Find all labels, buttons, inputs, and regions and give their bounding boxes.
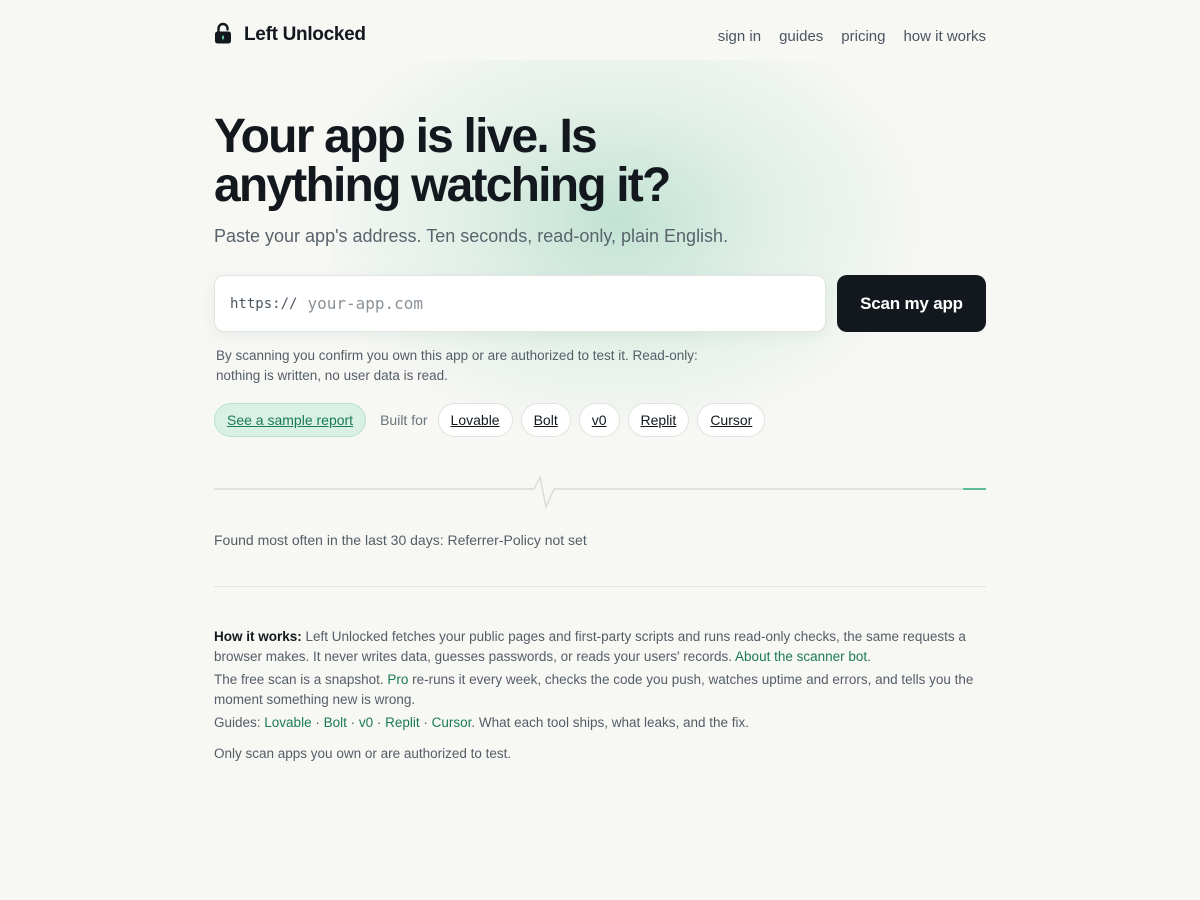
most-found-issue: Found most often in the last 30 days: Re…	[214, 532, 587, 548]
chip-cursor[interactable]: Cursor	[697, 403, 766, 437]
page-container: Left Unlocked sign in guides pricing how…	[214, 0, 986, 767]
unlocked-padlock-icon	[214, 22, 232, 49]
pro-text-before: The free scan is a snapshot.	[214, 672, 388, 687]
guides-separator: ·	[419, 715, 432, 730]
nav-sign-in[interactable]: sign in	[718, 28, 761, 45]
section-divider	[214, 586, 986, 587]
built-for-label: Built for	[380, 412, 428, 428]
chip-bolt[interactable]: Bolt	[520, 403, 571, 437]
hero-title: Your app is live. Is anything watching i…	[214, 110, 671, 212]
sample-report-button[interactable]: See a sample report	[214, 403, 367, 437]
authorization-note: Only scan apps you own or are authorized…	[214, 746, 512, 761]
url-prefix: https://	[230, 295, 298, 312]
chip-row: See a sample report Built for Lovable Bo…	[214, 403, 986, 437]
pro-paragraph: The free scan is a snapshot. Pro re-runs…	[214, 670, 986, 710]
consent-text: By scanning you confirm you own this app…	[216, 348, 698, 383]
pro-link[interactable]: Pro	[387, 672, 408, 687]
hero-subtitle: Paste your app's address. Ten seconds, r…	[214, 226, 729, 246]
guide-link-lovable[interactable]: Lovable	[264, 715, 311, 730]
guides-label: Guides:	[214, 715, 265, 730]
brand-logo[interactable]: Left Unlocked	[214, 22, 366, 49]
url-input[interactable]	[307, 294, 825, 313]
guide-link-replit[interactable]: Replit	[385, 715, 420, 730]
top-nav: sign in guides pricing how it works	[718, 28, 986, 45]
guide-link-bolt[interactable]: Bolt	[324, 715, 347, 730]
guide-link-cursor[interactable]: Cursor	[432, 715, 472, 730]
scanner-bot-link[interactable]: About the scanner bot.	[735, 649, 871, 664]
top-bar: Left Unlocked sign in guides pricing how…	[214, 0, 986, 72]
heartbeat-line	[214, 474, 986, 510]
how-it-works-section: How it works: Left Unlocked fetches your…	[214, 627, 986, 764]
guides-separator: ·	[346, 715, 359, 730]
nav-how-it-works[interactable]: how it works	[903, 28, 986, 45]
guides-paragraph: Guides: Lovable · Bolt · v0 · Replit · C…	[214, 713, 986, 733]
scan-form: https:// Scan my app	[214, 275, 986, 332]
chip-replit[interactable]: Replit	[627, 403, 690, 437]
guides-separator: ·	[311, 715, 324, 730]
url-field[interactable]: https://	[214, 275, 826, 332]
nav-guides[interactable]: guides	[779, 28, 823, 45]
how-heading: How it works:	[214, 629, 302, 644]
chip-v0[interactable]: v0	[578, 403, 620, 437]
brand-name: Left Unlocked	[244, 24, 366, 45]
guides-text-after: . What each tool ships, what leaks, and …	[471, 715, 750, 730]
scan-button[interactable]: Scan my app	[837, 275, 986, 332]
how-paragraph: How it works: Left Unlocked fetches your…	[214, 627, 986, 667]
guide-link-v0[interactable]: v0	[359, 715, 373, 730]
guides-separator: ·	[373, 715, 386, 730]
nav-pricing[interactable]: pricing	[841, 28, 885, 45]
chip-lovable[interactable]: Lovable	[437, 403, 513, 437]
